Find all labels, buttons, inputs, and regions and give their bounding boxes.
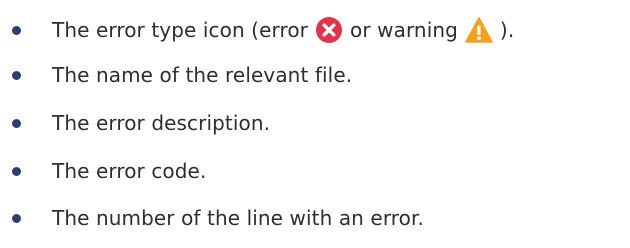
- bullet-marker: [12, 118, 21, 128]
- list-item-file-name: The name of the relevant file.: [0, 55, 352, 95]
- list-item-text: The name of the relevant file.: [52, 63, 353, 87]
- list-item-text-after-warning: ).: [499, 18, 515, 42]
- list-item-text: The number of the line with an error.: [52, 206, 424, 230]
- list-item-text: The error description.: [52, 111, 271, 135]
- bullet-marker: [12, 70, 21, 80]
- list-item-error-description: The error description.: [0, 103, 270, 143]
- bullet-marker: [12, 166, 21, 176]
- warning-icon: [464, 15, 494, 45]
- list-item-line-number: The number of the line with an error.: [0, 198, 424, 238]
- list-item-error-code: The error code.: [0, 151, 206, 191]
- bullet-marker: [12, 25, 21, 35]
- list-item-text: The error code.: [52, 159, 207, 183]
- list-item-text-before-error: The error type icon (error: [52, 18, 309, 42]
- list-item-text-between: or warning: [350, 18, 458, 42]
- list-item-error-type-icon: The error type icon (error or warning ).: [0, 10, 514, 50]
- bullet-marker: [12, 213, 21, 223]
- error-icon: [314, 15, 344, 45]
